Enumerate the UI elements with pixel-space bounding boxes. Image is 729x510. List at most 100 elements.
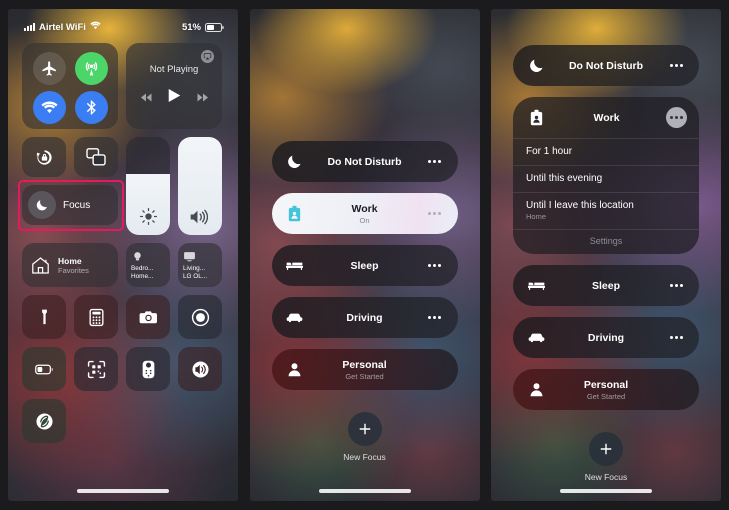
more-options-button[interactable] (665, 336, 687, 339)
now-playing-label: Not Playing (149, 64, 199, 75)
focus-row-sleep[interactable]: Sleep (271, 245, 458, 286)
person-icon (284, 361, 306, 378)
accessory-line2: Home... (131, 272, 154, 280)
focus-title: Driving (346, 311, 383, 324)
new-focus-label: New Focus (343, 452, 386, 462)
home-accessory-bedroom[interactable]: Bedro... Home... (126, 243, 170, 287)
status-bar: Airtel WiFi 51% (8, 9, 238, 33)
option-label: Until I leave this location (526, 200, 634, 211)
focus-row-do-not-disturb[interactable]: Do Not Disturb (271, 141, 458, 182)
more-options-button[interactable] (424, 160, 446, 163)
focus-title: Personal (583, 378, 629, 391)
focus-title: Work (593, 111, 620, 124)
focus-title: Sleep (591, 279, 620, 292)
cc-row-tiles-2 (22, 347, 224, 391)
fast-forward-icon[interactable] (196, 89, 208, 107)
accessory-line1: Bedro... (131, 264, 154, 272)
flashlight-button[interactable] (22, 295, 66, 339)
phone-panel-focus-expanded: Do Not Disturb Work For 1 hour Until thi… (491, 9, 721, 501)
focus-title: Do Not Disturb (327, 155, 402, 168)
focus-option-until-this-evening[interactable]: Until this evening (513, 165, 699, 192)
camera-button[interactable] (126, 295, 170, 339)
car-icon (284, 309, 306, 326)
cc-row-top: Not Playing (22, 43, 224, 129)
more-options-button[interactable] (424, 316, 446, 319)
focus-label: Focus (63, 199, 91, 211)
orientation-lock-button[interactable] (22, 137, 66, 177)
option-detail: Home (526, 212, 547, 221)
cellular-data-button[interactable] (74, 52, 108, 85)
control-center-grid: Not Playing Focus Home Favorites Bedro..… (8, 33, 238, 443)
shazam-button[interactable] (22, 399, 66, 443)
new-focus-button[interactable] (347, 412, 382, 446)
focus-title: Work (351, 202, 378, 215)
apple-tv-remote-button[interactable] (126, 347, 170, 391)
focus-row-driving[interactable]: Driving (271, 297, 458, 338)
play-icon[interactable] (168, 88, 181, 108)
carrier-label: Airtel WiFi (39, 21, 86, 33)
bluetooth-icon (86, 100, 96, 115)
focus-list-expanded: Do Not Disturb Work For 1 hour Until thi… (491, 9, 721, 482)
more-options-button[interactable] (424, 212, 446, 215)
focus-row-work[interactable]: Work On (271, 193, 458, 234)
screen-record-button[interactable] (178, 295, 222, 339)
focus-status: Get Started (586, 391, 626, 401)
focus-title: Personal (342, 358, 387, 371)
cc-row-middle: Focus (18, 137, 224, 235)
focus-title: Driving (587, 331, 625, 344)
cc-row-home: Home Favorites Bedro... Home... Living..… (22, 243, 224, 287)
focus-row-do-not-disturb[interactable]: Do Not Disturb (513, 45, 699, 86)
new-focus-group[interactable]: New Focus (513, 432, 699, 482)
low-power-mode-button[interactable] (22, 347, 66, 391)
record-icon (191, 308, 209, 326)
hearing-button[interactable] (178, 347, 222, 391)
focus-row-driving[interactable]: Driving (513, 317, 699, 358)
qr-scanner-icon (87, 360, 105, 378)
cc-row-tiles-3 (22, 399, 224, 443)
more-options-button[interactable] (424, 264, 446, 267)
focus-option-for-1-hour[interactable]: For 1 hour (513, 138, 699, 165)
rewind-icon[interactable] (140, 89, 153, 107)
new-focus-button[interactable] (589, 432, 623, 466)
new-focus-group[interactable]: New Focus (272, 412, 458, 462)
wifi-button[interactable] (32, 91, 66, 124)
focus-option-until-i-leave-this-location[interactable]: Until I leave this location Home (513, 192, 699, 229)
more-options-button[interactable] (665, 284, 687, 287)
home-indicator (560, 489, 652, 493)
brightness-slider[interactable] (126, 137, 170, 235)
phone-panel-focus-list: Do Not Disturb Work On Sleep Driving Per… (249, 9, 480, 501)
focus-settings-button[interactable]: Settings (513, 229, 699, 254)
screen-mirroring-icon (86, 148, 106, 166)
tv-icon (183, 250, 196, 263)
focus-row-personal[interactable]: Personal Get Started (513, 369, 699, 410)
focus-status: On (359, 215, 370, 225)
cc-row-tiles-1 (22, 295, 224, 339)
hearing-icon (191, 360, 209, 378)
focus-button[interactable]: Focus (22, 185, 118, 225)
focus-row-personal[interactable]: Personal Get Started (271, 349, 458, 390)
screenshot-stage: Airtel WiFi 51% Not Playing Focus Home F… (0, 0, 729, 510)
more-options-button-active[interactable] (666, 107, 687, 128)
focus-card-header[interactable]: Work (513, 97, 699, 138)
car-icon (525, 329, 547, 346)
calculator-button[interactable] (74, 295, 118, 339)
bed-icon (284, 257, 306, 274)
code-scanner-button[interactable] (74, 347, 118, 391)
home-accessory-living-room[interactable]: Living... LG OL... (178, 243, 222, 287)
connectivity-module[interactable] (22, 43, 118, 129)
volume-slider[interactable] (178, 137, 222, 235)
person-icon (525, 381, 547, 398)
media-player-module[interactable]: Not Playing (126, 43, 222, 129)
screen-mirroring-button[interactable] (74, 137, 118, 177)
home-module[interactable]: Home Favorites (22, 243, 118, 287)
airplane-mode-button[interactable] (32, 52, 66, 85)
focus-title: Sleep (350, 259, 379, 272)
wifi-icon (90, 21, 101, 33)
focus-row-sleep[interactable]: Sleep (513, 265, 699, 306)
bluetooth-button[interactable] (74, 91, 108, 124)
more-options-button[interactable] (665, 64, 687, 67)
airplay-icon[interactable] (201, 50, 214, 63)
cellular-bars-icon (24, 23, 35, 31)
focus-status: Get Started (345, 371, 384, 381)
brightness-icon (126, 207, 170, 226)
